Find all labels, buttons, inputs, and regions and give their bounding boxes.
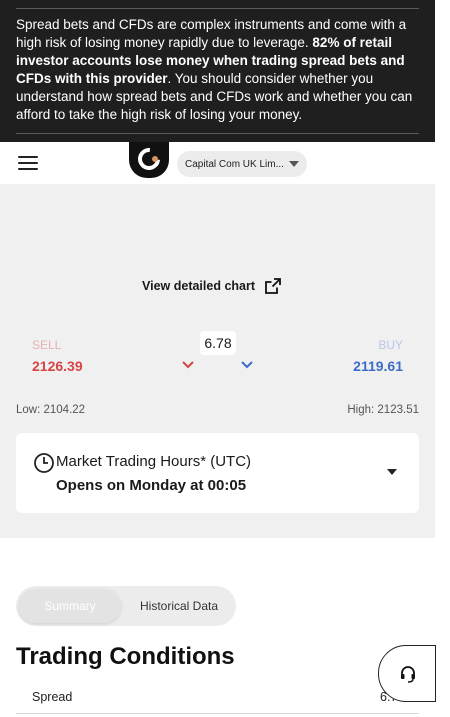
caret-down-icon bbox=[387, 469, 397, 475]
risk-warning-text: Spread bets and CFDs are complex instrum… bbox=[16, 16, 419, 124]
entity-select-value: Capital Com UK Lim... bbox=[185, 158, 284, 170]
high-price: High: 2123.51 bbox=[347, 404, 419, 416]
trading-hours-dropdown[interactable]: Market Trading Hours* (UTC) Opens on Mon… bbox=[16, 433, 419, 513]
sell-price[interactable]: 2126.39 bbox=[32, 358, 83, 374]
header: Capital Com UK Lim... bbox=[0, 142, 435, 184]
headset-icon bbox=[401, 666, 415, 683]
view-detailed-chart-label: View detailed chart bbox=[142, 279, 256, 293]
tab-historical-data[interactable]: Historical Data bbox=[124, 589, 234, 623]
buy-price[interactable]: 2119.61 bbox=[353, 358, 403, 374]
sell-label: SELL bbox=[32, 338, 62, 352]
buy-label: BUY bbox=[378, 338, 403, 352]
view-detailed-chart-link[interactable]: View detailed chart bbox=[142, 278, 281, 294]
external-link-icon bbox=[265, 278, 281, 294]
clock-icon bbox=[34, 453, 54, 473]
entity-select[interactable]: Capital Com UK Lim... bbox=[177, 151, 307, 177]
caret-down-icon bbox=[289, 161, 299, 167]
support-button[interactable] bbox=[378, 645, 436, 702]
trading-hours-title: Market Trading Hours* (UTC) bbox=[56, 453, 252, 470]
section-title: Trading Conditions bbox=[16, 643, 235, 670]
chevron-down-icon bbox=[241, 361, 253, 369]
divider bbox=[16, 713, 419, 714]
divider bbox=[16, 8, 419, 9]
menu-icon[interactable] bbox=[18, 156, 38, 170]
logo[interactable] bbox=[129, 142, 169, 178]
trading-hours-status: Opens on Monday at 00:05 bbox=[56, 477, 247, 494]
instrument-panel: View detailed chart SELL 2126.39 6.78 BU… bbox=[0, 184, 435, 538]
divider bbox=[16, 133, 419, 134]
low-price: Low: 2104.22 bbox=[16, 404, 86, 416]
condition-label: Spread bbox=[32, 690, 73, 704]
page: Spread bets and CFDs are complex instrum… bbox=[0, 0, 450, 717]
tab-summary[interactable]: Summary bbox=[19, 589, 121, 623]
spread-value: 6.78 bbox=[200, 331, 236, 355]
risk-warning-banner: Spread bets and CFDs are complex instrum… bbox=[0, 0, 435, 142]
tabs: Summary Historical Data bbox=[16, 586, 236, 626]
chevron-down-icon bbox=[182, 361, 194, 369]
